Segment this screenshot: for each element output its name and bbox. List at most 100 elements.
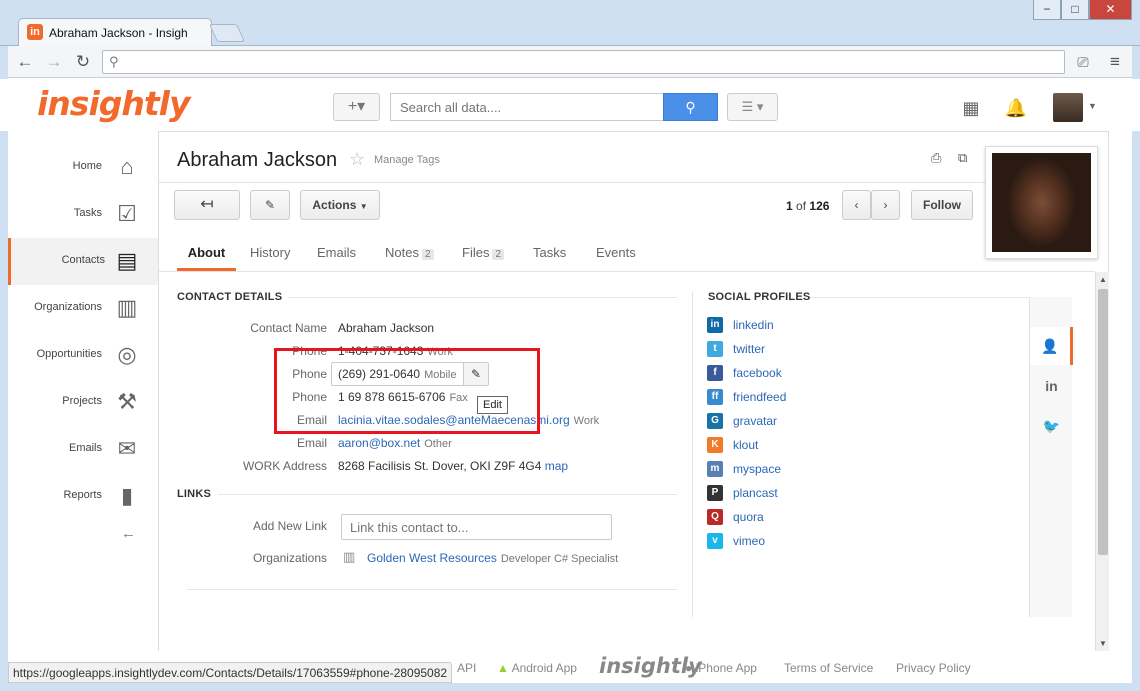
cast-icon[interactable]: ⎚ — [1073, 52, 1093, 72]
star-icon[interactable]: ☆ — [349, 149, 365, 170]
email-other-link[interactable]: aaron@box.net — [338, 436, 420, 450]
terms-link[interactable]: Terms of Service — [784, 661, 873, 675]
back-button[interactable]: ↤ — [174, 190, 240, 220]
sidebar-item-projects[interactable]: Projects ⚒ — [8, 379, 158, 426]
global-search-input[interactable] — [390, 93, 663, 121]
social-profile-link[interactable]: klout — [733, 438, 758, 452]
hammer-icon: ⚒ — [117, 389, 137, 414]
chevron-down-icon[interactable]: ▼ — [1088, 101, 1097, 111]
tab-about[interactable]: About — [177, 238, 236, 271]
scroll-down-arrow-icon[interactable]: ▼ — [1099, 639, 1107, 648]
export-icon[interactable]: ⧉ — [958, 150, 967, 166]
page-scrollbar[interactable]: ▲ ▼ — [1095, 272, 1109, 651]
api-link[interactable]: API — [457, 661, 476, 675]
address-bar[interactable]: ⚲ — [102, 50, 1065, 74]
minimize-button[interactable]: − — [1033, 0, 1061, 20]
checkbox-icon: ☑ — [117, 201, 137, 226]
link-contact-input[interactable] — [341, 514, 612, 540]
social-profile-link[interactable]: gravatar — [733, 414, 777, 428]
sidebar-item-reports[interactable]: Reports ▮ — [8, 473, 158, 520]
back-arrow-icon[interactable]: ← — [15, 52, 35, 72]
map-link[interactable]: map — [545, 459, 568, 473]
actions-label: Actions — [312, 198, 357, 212]
sidebar-item-organizations[interactable]: Organizations ▥ — [8, 285, 158, 332]
divider — [159, 182, 985, 183]
tab-notes-label: Notes — [385, 245, 419, 260]
social-profile-link[interactable]: linkedin — [733, 318, 774, 332]
apple-icon: ● — [685, 661, 693, 675]
maximize-button[interactable]: □ — [1061, 0, 1089, 20]
browser-tab-title: Abraham Jackson - Insigh — [49, 26, 188, 40]
privacy-link[interactable]: Privacy Policy — [896, 661, 971, 675]
views-dropdown-button[interactable]: ☰ ▾ — [727, 93, 778, 121]
linkedin-icon[interactable]: in — [1030, 367, 1073, 405]
social-profile-link[interactable]: myspace — [733, 462, 781, 476]
manage-tags-link[interactable]: Manage Tags — [374, 154, 440, 166]
actions-dropdown-button[interactable]: Actions ▼ — [300, 190, 380, 220]
contact-photo[interactable] — [985, 146, 1098, 259]
print-icon[interactable]: ⎙ — [931, 150, 941, 166]
user-avatar[interactable] — [1053, 93, 1083, 122]
tab-emails[interactable]: Emails — [317, 238, 356, 271]
sidebar-item-label: Emails — [68, 442, 102, 454]
sidebar-item-contacts[interactable]: Contacts ▤ — [8, 238, 165, 285]
follow-button[interactable]: Follow — [911, 190, 973, 220]
email-other-row: aaron@box.net Other — [338, 436, 452, 450]
tab-files[interactable]: Files 2 — [462, 238, 505, 271]
insightly-logo[interactable]: insightly — [37, 84, 190, 123]
person-icon[interactable]: 👤 — [1030, 327, 1073, 365]
tab-notes[interactable]: Notes 2 — [385, 238, 434, 271]
klout-icon: K — [707, 437, 723, 453]
social-profile-link[interactable]: friendfeed — [733, 390, 786, 404]
sidebar-item-home[interactable]: Home ⌂ — [8, 144, 158, 191]
social-side-tabs: 👤 in 🐦 — [1029, 297, 1073, 617]
twitter-icon[interactable]: 🐦 — [1030, 407, 1073, 445]
social-profile-link[interactable]: vimeo — [733, 534, 765, 548]
tab-files-label: Files — [462, 245, 490, 260]
previous-record-button[interactable]: ‹ — [842, 190, 871, 220]
browser-tab[interactable]: in Abraham Jackson - Insigh — [18, 18, 212, 46]
tab-history[interactable]: History — [250, 238, 290, 271]
tab-events[interactable]: Events — [596, 238, 636, 271]
sidebar-item-label: Tasks — [73, 207, 102, 219]
sidebar-item-opportunities[interactable]: Opportunities ◎ — [8, 332, 158, 379]
contact-photo-image — [992, 153, 1091, 252]
tab-tasks[interactable]: Tasks — [533, 238, 566, 271]
close-window-button[interactable]: ✕ — [1089, 0, 1132, 20]
twitter-icon: t — [707, 341, 723, 357]
reload-icon[interactable]: ↻ — [73, 52, 93, 72]
bell-icon[interactable]: 🔔 — [1004, 97, 1028, 119]
calendar-icon[interactable]: ▦ — [959, 97, 983, 119]
social-profile-link[interactable]: twitter — [733, 342, 765, 356]
iphone-app-label: iPhone App — [695, 661, 757, 675]
sidebar-item-tasks[interactable]: Tasks ☑ — [8, 191, 158, 238]
social-profile-link[interactable]: plancast — [733, 486, 778, 500]
add-new-link-label: Add New Link — [252, 519, 327, 533]
sidebar-item-emails[interactable]: Emails ✉ — [8, 426, 158, 473]
android-app-link[interactable]: ▲ Android App — [497, 661, 577, 675]
menu-icon[interactable]: ≡ — [1105, 52, 1125, 72]
chevron-right-icon: › — [883, 198, 888, 212]
edit-button[interactable]: ✎ — [250, 190, 290, 220]
vimeo-icon: v — [707, 533, 723, 549]
email-other-type: Other — [424, 438, 452, 450]
scroll-up-arrow-icon[interactable]: ▲ — [1099, 275, 1107, 284]
scrollbar-thumb[interactable] — [1098, 289, 1108, 555]
house-icon: ⌂ — [120, 154, 134, 179]
search-icon: ⚲ — [109, 54, 119, 69]
quick-add-button[interactable]: +▾ — [333, 93, 380, 121]
plancast-icon: P — [707, 485, 723, 501]
window-border-bottom — [0, 683, 1140, 691]
collapse-sidebar-arrow-icon[interactable]: ← — [121, 525, 136, 542]
sidebar-item-label: Organizations — [34, 301, 102, 313]
social-profile-link[interactable]: quora — [733, 510, 764, 524]
bar-chart-icon: ▮ — [120, 483, 134, 508]
forward-arrow-icon[interactable]: → — [44, 52, 64, 72]
sidebar-item-label: Contacts — [61, 254, 105, 266]
social-profile-link[interactable]: facebook — [733, 366, 782, 380]
target-icon: ◎ — [117, 342, 137, 367]
search-button[interactable]: ⚲ — [663, 93, 718, 121]
organization-link[interactable]: Golden West Resources — [367, 551, 497, 565]
next-record-button[interactable]: › — [871, 190, 900, 220]
iphone-app-link[interactable]: ● iPhone App — [685, 661, 757, 675]
